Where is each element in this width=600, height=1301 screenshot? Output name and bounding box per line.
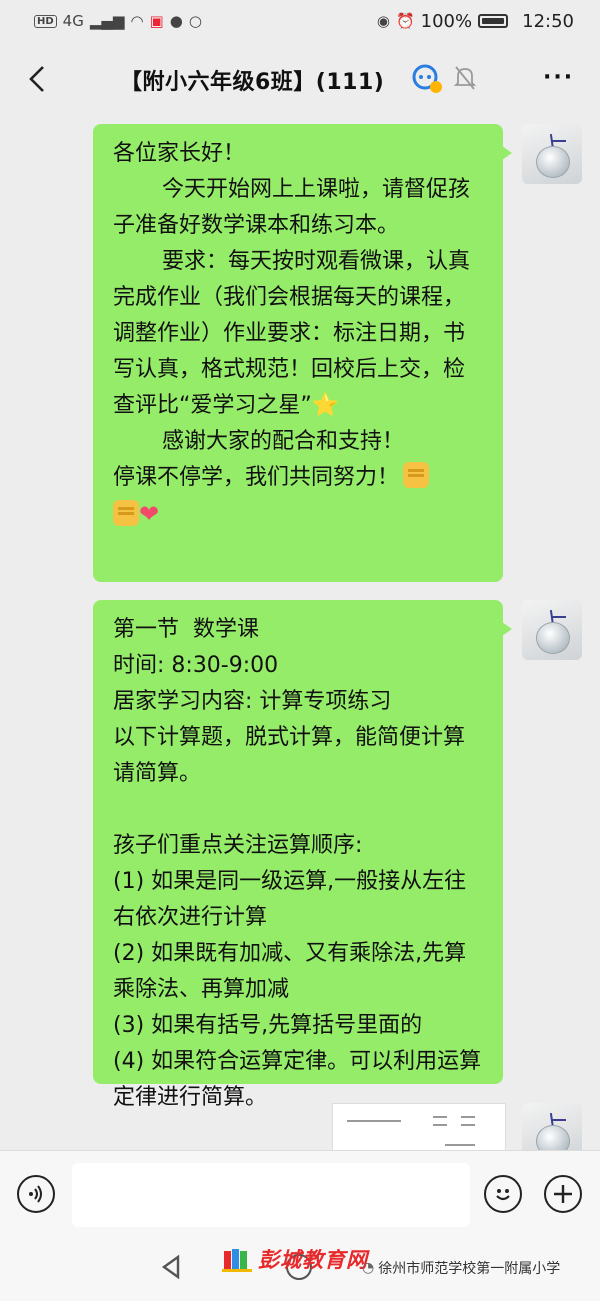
clock: 12:50 <box>522 10 574 32</box>
sender-avatar[interactable] <box>522 600 582 660</box>
heart-emoji-icon: ❤ <box>139 500 160 528</box>
message-text: 各位家长好！ 今天开始网上上课啦，请督促孩子准备好数学课本和练习本。 要求：每天… <box>113 141 470 418</box>
book-logo-icon <box>222 1245 252 1273</box>
watermark-account-text: 徐州市师范学校第一附属小学 <box>378 1261 561 1277</box>
voice-icon[interactable] <box>17 1175 55 1213</box>
signal-icon: ▂▄▆ <box>89 12 125 30</box>
search-notification-icon: ○ <box>188 12 202 30</box>
back-arrow-icon[interactable] <box>20 62 54 96</box>
fist-emoji-icon <box>403 462 430 488</box>
star-emoji-icon: ⭐ <box>311 393 340 418</box>
chat-title[interactable]: 【附小六年级6班】(111) <box>120 64 384 96</box>
chat-notification-icon: ● <box>169 12 183 30</box>
watermark-brand: 彭城教育网 <box>222 1244 368 1274</box>
eye-icon: ◉ <box>376 12 390 30</box>
watermark-brand-text: 彭城教育网 <box>258 1248 368 1272</box>
message-input[interactable] <box>72 1163 470 1227</box>
alarm-icon: ⏰ <box>395 12 415 30</box>
emoji-icon[interactable] <box>484 1175 522 1213</box>
status-bar: HD 4G ▂▄▆ ◠ ▣ ● ○ ◉ ⏰ 100% 12:50 <box>0 0 600 42</box>
plus-icon[interactable] <box>544 1175 582 1213</box>
watermark-account: ◔ 徐州市师范学校第一附属小学 <box>362 1258 560 1278</box>
chat-input-bar <box>0 1150 600 1239</box>
bell-mute-icon <box>453 64 477 96</box>
sender-avatar[interactable] <box>522 124 582 184</box>
fist-emoji-icon <box>113 500 139 526</box>
app-notification-icon: ▣ <box>149 12 164 30</box>
status-left: HD 4G ▂▄▆ ◠ ▣ ● ○ <box>34 12 202 30</box>
battery-percent: 100% <box>420 10 473 32</box>
wifi-icon: ◠ <box>130 12 144 30</box>
wechat-icon: ◔ <box>362 1260 375 1276</box>
battery-icon <box>478 14 509 28</box>
message-bubble[interactable]: 各位家长好！ 今天开始网上上课啦，请督促孩子准备好数学课本和练习本。 要求：每天… <box>93 124 512 582</box>
network-label: 4G <box>62 12 84 30</box>
image-message[interactable] <box>332 1103 506 1152</box>
chat-header: 【附小六年级6班】(111) ··· <box>0 42 600 118</box>
hd-badge: HD <box>34 14 57 28</box>
status-right: ◉ ⏰ 100% 12:50 <box>377 11 574 32</box>
message-text: 第一节 数学课 时间: 8:30-9:00 居家学习内容: 计算专项练习 以下计… <box>113 617 482 1110</box>
message-text-continued: 感谢大家的配合和支持！ 停课不停学，我们共同努力！ <box>113 429 404 490</box>
system-navigation-bar: 彭城教育网 ◔ 徐州市师范学校第一附属小学 <box>0 1238 600 1301</box>
message-bubble[interactable]: 第一节 数学课 时间: 8:30-9:00 居家学习内容: 计算专项练习 以下计… <box>93 600 512 1110</box>
chat-assistant-icon[interactable] <box>410 62 444 100</box>
system-back-icon[interactable] <box>160 1254 182 1284</box>
